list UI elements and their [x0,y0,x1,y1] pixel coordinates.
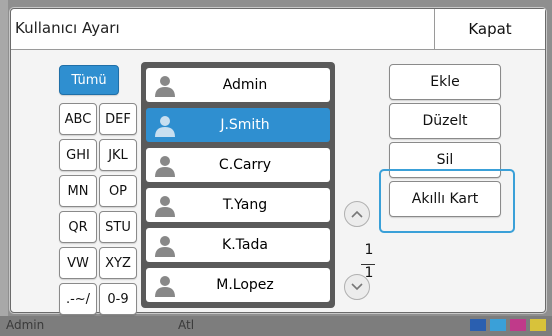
dialog-title: Kullanıcı Ayarı [15,19,120,37]
user-list-item[interactable]: M.Lopez [146,268,330,302]
filter-mn-button[interactable]: MN [59,175,97,207]
user-list-item[interactable]: K.Tada [146,228,330,262]
user-list-item[interactable]: C.Carry [146,148,330,182]
user-list-item[interactable]: T.Yang [146,188,330,222]
filter-jkl-button[interactable]: JKL [99,139,137,171]
filter-qr-button[interactable]: QR [59,211,97,243]
user-icon [155,156,175,177]
page-current: 1 [364,242,374,258]
user-icon [155,76,175,97]
status-mode: Atl [178,318,195,332]
status-user: Admin [6,318,45,332]
background-screen [0,0,8,336]
close-button[interactable]: Kapat [434,9,545,49]
chevron-down-icon [351,283,363,291]
ink-k-icon [470,319,486,331]
user-list: Admin J.Smith C.Carry T.Yang K.Tada M.Lo… [141,62,335,308]
filter-op-button[interactable]: OP [99,175,137,207]
filter-def-button[interactable]: DEF [99,103,137,135]
filter-stu-button[interactable]: STU [99,211,137,243]
ink-indicator [470,319,546,331]
user-icon [155,236,175,257]
user-icon [155,116,175,137]
filter-ghi-button[interactable]: GHI [59,139,97,171]
user-list-item[interactable]: Admin [146,68,330,102]
edit-button[interactable]: Düzelt [389,103,501,139]
user-list-item-selected[interactable]: J.Smith [146,108,330,142]
filter-numbers-button[interactable]: 0-9 [99,283,137,315]
filter-xyz-button[interactable]: XYZ [99,247,137,279]
ink-c-icon [490,319,506,331]
user-icon [155,276,175,297]
filter-vw-button[interactable]: VW [59,247,97,279]
filter-symbols-button[interactable]: .-~/ [59,283,97,315]
page-down-button[interactable] [344,274,370,300]
ink-y-icon [530,319,546,331]
user-settings-dialog: Kullanıcı Ayarı Kapat Tümü ABC DEF GHI J… [10,8,546,315]
smart-card-button[interactable]: Akıllı Kart [389,181,501,217]
ink-m-icon [510,319,526,331]
filter-all-button[interactable]: Tümü [59,65,119,95]
page-up-button[interactable] [344,201,370,227]
status-bar: Admin Atl [0,316,552,336]
dialog-header: Kullanıcı Ayarı Kapat [11,9,545,50]
user-icon [155,196,175,217]
filter-abc-button[interactable]: ABC [59,103,97,135]
add-button[interactable]: Ekle [389,64,501,100]
chevron-up-icon [351,210,363,218]
